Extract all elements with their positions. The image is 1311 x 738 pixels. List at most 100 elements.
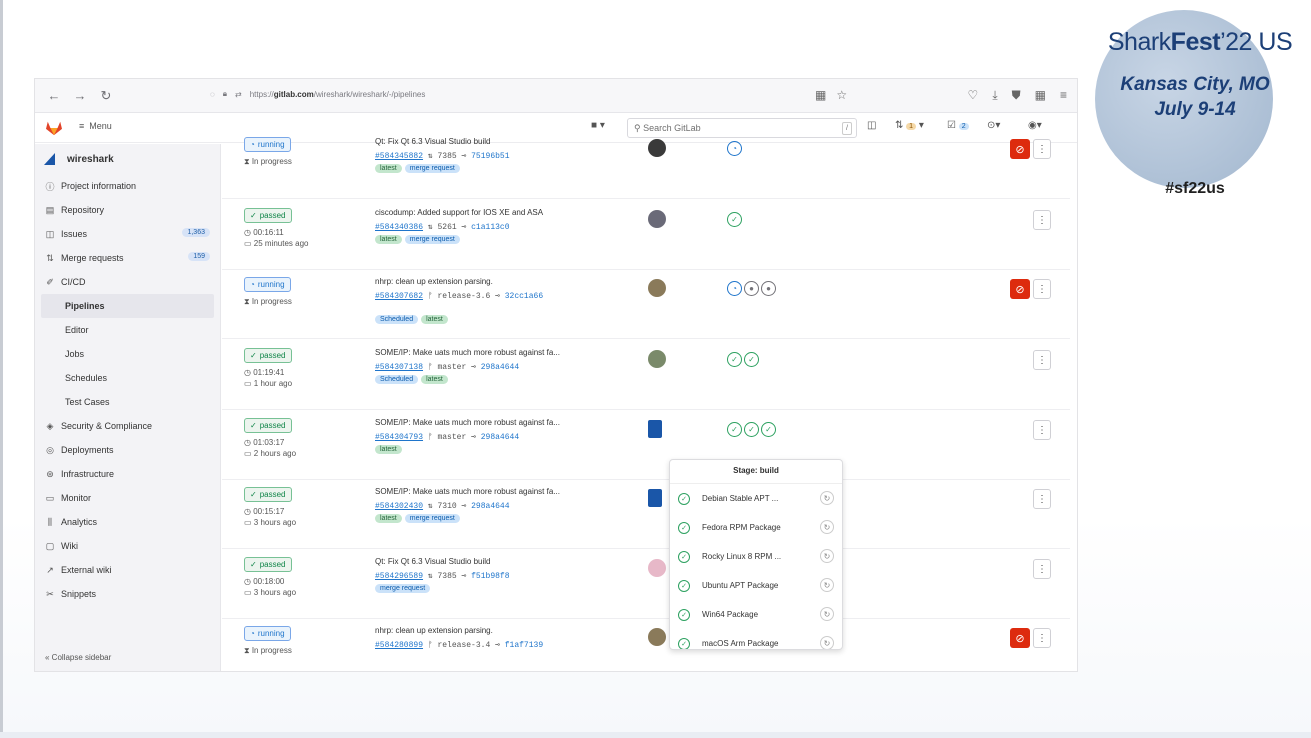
sidebar-subitem-jobs[interactable]: Jobs [35, 342, 220, 366]
avatar[interactable] [648, 489, 662, 507]
sidebar-subitem-schedules[interactable]: Schedules [35, 366, 220, 390]
sidebar-subitem-editor[interactable]: Editor [35, 318, 220, 342]
stage-passed-icon[interactable]: ✓ [744, 422, 759, 437]
pipeline-ref[interactable]: master [437, 433, 466, 442]
status-badge[interactable]: ✓ passed [244, 208, 292, 223]
stage-passed-icon[interactable]: ✓ [744, 352, 759, 367]
pipeline-ref[interactable]: 7385 [437, 152, 456, 161]
pipeline-ref[interactable]: 5261 [437, 223, 456, 232]
stage-job-item[interactable]: ✓ Fedora RPM Package ↻ [670, 513, 842, 542]
pipeline-id-link[interactable]: #584340386 [375, 223, 423, 232]
pipeline-id-link[interactable]: #584345882 [375, 152, 423, 161]
status-badge[interactable]: ✓ passed [244, 348, 292, 363]
gitlab-logo-icon[interactable] [45, 120, 63, 136]
sidebar-item-wiki[interactable]: ▢ Wiki [35, 534, 220, 558]
more-actions-button[interactable]: ⋮ [1033, 489, 1051, 509]
pipeline-ref[interactable]: 7385 [437, 572, 456, 581]
commit-sha-link[interactable]: c1a113c0 [471, 223, 509, 232]
commit-title[interactable]: ciscodump: Added support for IOS XE and … [375, 208, 543, 217]
stage-job-item[interactable]: ✓ Win64 Package ↻ [670, 600, 842, 629]
pipeline-id-link[interactable]: #584307138 [375, 363, 423, 372]
commit-sha-link[interactable]: 75196b51 [471, 152, 509, 161]
more-actions-button[interactable]: ⋮ [1033, 279, 1051, 299]
commit-title[interactable]: SOME/IP: Make uats much more robust agai… [375, 418, 560, 427]
user-avatar-menu[interactable]: ◉▾ [1028, 120, 1042, 131]
stage-created-icon[interactable]: ● [744, 281, 759, 296]
avatar[interactable] [648, 628, 666, 646]
download-icon[interactable]: ⤓ [992, 88, 997, 103]
sidebar-subitem-pipelines[interactable]: Pipelines [41, 294, 214, 318]
pipeline-id-link[interactable]: #584296589 [375, 572, 423, 581]
sidebar-item-analytics[interactable]: ⫼ Analytics [35, 510, 220, 534]
avatar[interactable] [648, 420, 662, 438]
avatar[interactable] [648, 350, 666, 368]
commit-sha-link[interactable]: 298a4644 [481, 363, 519, 372]
pipeline-id-link[interactable]: #584302430 [375, 502, 423, 511]
sidebar-item-deployments[interactable]: ◎ Deployments [35, 438, 220, 462]
hamburger-icon[interactable]: ≡ [1060, 88, 1067, 103]
sidebar-item-merge-requests[interactable]: ⇅ Merge requests 159 [35, 246, 220, 270]
status-badge[interactable]: ◔ running [244, 277, 291, 292]
sidebar-item-external-wiki[interactable]: ↗ External wiki [35, 558, 220, 582]
more-actions-button[interactable]: ⋮ [1033, 139, 1051, 159]
sidebar-item-repository[interactable]: ▤ Repository [35, 198, 220, 222]
pipeline-ref[interactable]: release-3.4 [437, 641, 490, 650]
commit-title[interactable]: nhrp: clean up extension parsing. [375, 277, 493, 286]
qr-icon[interactable]: ▦ [815, 88, 826, 102]
forward-icon[interactable]: → [71, 88, 89, 103]
pipeline-ref[interactable]: release-3.6 [437, 292, 490, 301]
commit-sha-link[interactable]: 32cc1a66 [505, 292, 543, 301]
status-badge[interactable]: ✓ passed [244, 557, 292, 572]
stage-passed-icon[interactable]: ✓ [727, 212, 742, 227]
commit-title[interactable]: SOME/IP: Make uats much more robust agai… [375, 487, 560, 496]
menu-button[interactable]: ≡ Menu [79, 121, 112, 131]
retry-icon[interactable]: ↻ [820, 607, 834, 621]
cancel-pipeline-button[interactable]: ⊘ [1010, 139, 1030, 159]
back-icon[interactable]: ← [45, 88, 63, 103]
reload-icon[interactable]: ↻ [97, 88, 115, 104]
sidebar-item-ci-cd[interactable]: ✐ CI/CD [35, 270, 220, 294]
pipeline-ref[interactable]: master [437, 363, 466, 372]
todos-header-icon[interactable]: ☑ 2 [947, 120, 969, 131]
bookmark-icon[interactable]: ☆ [836, 88, 847, 102]
retry-icon[interactable]: ↻ [820, 520, 834, 534]
pipeline-id-link[interactable]: #584304793 [375, 433, 423, 442]
sidebar-item-project-information[interactable]: ⓘ Project information [35, 174, 220, 198]
pipeline-id-link[interactable]: #584307682 [375, 292, 423, 301]
stage-job-item[interactable]: ✓ macOS Arm Package ↻ [670, 629, 842, 649]
status-badge[interactable]: ◔ running [244, 626, 291, 641]
more-actions-button[interactable]: ⋮ [1033, 628, 1051, 648]
stage-job-item[interactable]: ✓ Debian Stable APT ... ↻ [670, 484, 842, 513]
address-bar[interactable]: ◌ 🔒︎ ⇄ https://gitlab.com/wireshark/wire… [210, 89, 425, 99]
avatar[interactable] [648, 279, 666, 297]
sidebar-item-snippets[interactable]: ✂ Snippets [35, 582, 220, 606]
create-new-icon[interactable]: ■ ▾ [591, 120, 605, 131]
retry-icon[interactable]: ↻ [820, 491, 834, 505]
commit-title[interactable]: nhrp: clean up extension parsing. [375, 626, 493, 635]
commit-sha-link[interactable]: f51b98f8 [471, 572, 509, 581]
stage-job-item[interactable]: ✓ Rocky Linux 8 RPM ... ↻ [670, 542, 842, 571]
status-badge[interactable]: ✓ passed [244, 418, 292, 433]
sidebar-item-security-compliance[interactable]: ◈ Security & Compliance [35, 414, 220, 438]
sidebar-item-issues[interactable]: ◫ Issues 1,363 [35, 222, 220, 246]
pocket-icon[interactable]: ♡ [968, 88, 979, 103]
shield-extension-icon[interactable]: ⛊ [1012, 88, 1021, 103]
sidebar-project[interactable]: wireshark [35, 144, 220, 174]
cancel-pipeline-button[interactable]: ⊘ [1010, 628, 1030, 648]
merge-requests-header-icon[interactable]: ⇅ 1 ▾ [895, 120, 924, 131]
pipeline-id-link[interactable]: #584280899 [375, 641, 423, 650]
stage-passed-icon[interactable]: ✓ [761, 422, 776, 437]
commit-sha-link[interactable]: 298a4644 [481, 433, 519, 442]
retry-icon[interactable]: ↻ [820, 578, 834, 592]
stage-running-icon[interactable]: ◔ [727, 281, 742, 296]
issues-header-icon[interactable]: ◫ [867, 120, 876, 131]
more-actions-button[interactable]: ⋮ [1033, 210, 1051, 230]
retry-icon[interactable]: ↻ [820, 636, 834, 649]
collapse-sidebar-button[interactable]: « Collapse sidebar [45, 653, 111, 662]
status-badge[interactable]: ◔ running [244, 137, 291, 152]
pipeline-ref[interactable]: 7310 [437, 502, 456, 511]
commit-title[interactable]: Qt: Fix Qt 6.3 Visual Studio build [375, 557, 490, 566]
more-actions-button[interactable]: ⋮ [1033, 559, 1051, 579]
help-icon[interactable]: ⊙▾ [987, 120, 1000, 131]
retry-icon[interactable]: ↻ [820, 549, 834, 563]
